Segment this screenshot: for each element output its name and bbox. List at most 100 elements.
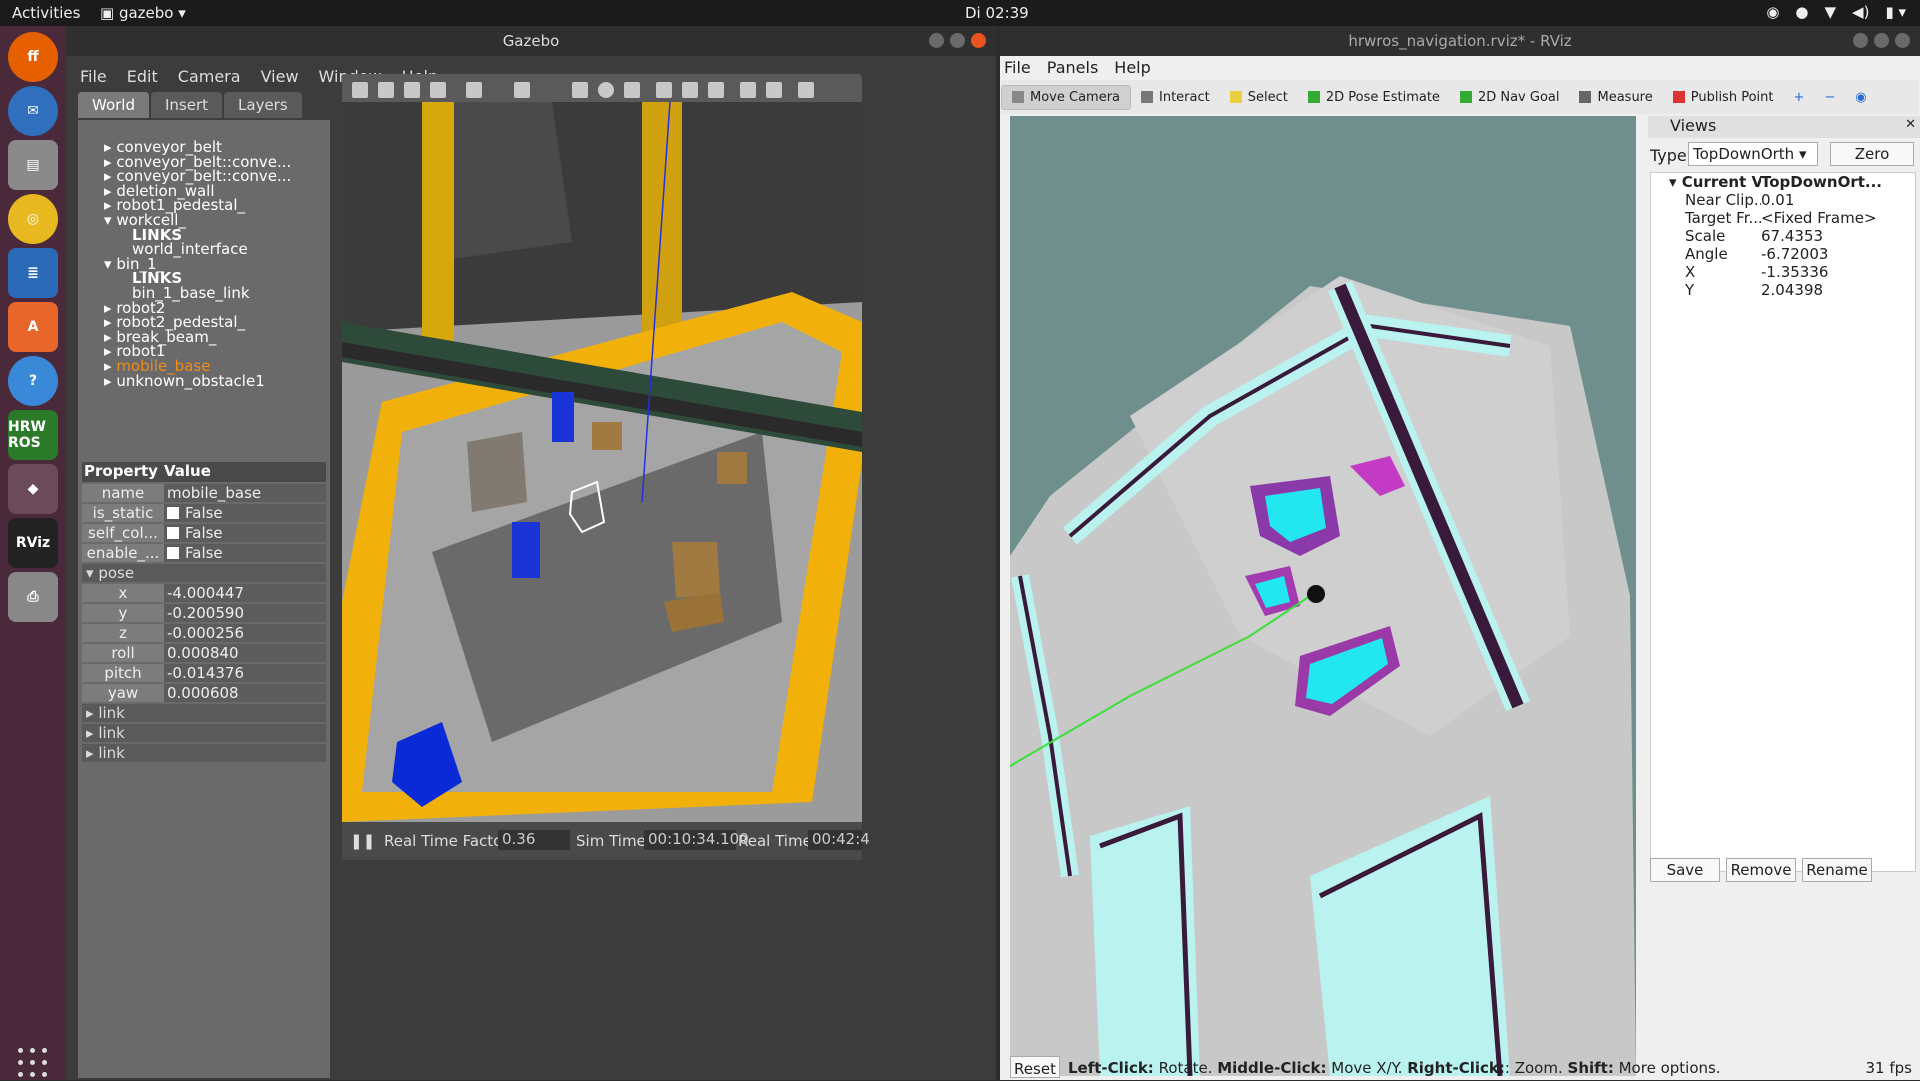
- save-button[interactable]: Save: [1650, 858, 1720, 882]
- maximize-button[interactable]: [950, 33, 965, 48]
- view-property-row[interactable]: ▾ Current Vi...TopDownOrt...: [1651, 173, 1915, 191]
- redo-icon[interactable]: [514, 82, 530, 98]
- box-shape-icon[interactable]: [572, 82, 588, 98]
- reset-button[interactable]: Reset: [1010, 1056, 1060, 1078]
- tree-item[interactable]: ▸ unknown_obstacle1: [104, 372, 265, 390]
- software-icon[interactable]: A: [8, 302, 58, 352]
- remove-button[interactable]: Remove: [1726, 858, 1796, 882]
- checkbox[interactable]: [167, 527, 179, 539]
- pose-value[interactable]: -0.200590: [164, 604, 326, 622]
- select-mode-icon[interactable]: [352, 82, 368, 98]
- rviz-menu-panels[interactable]: Panels: [1047, 58, 1099, 77]
- expand-arrow-icon[interactable]: ▸: [86, 704, 98, 722]
- system-tray[interactable]: ◉ ● ▼ ◀) ▮ ▾: [1766, 3, 1906, 21]
- view-property-row[interactable]: Angle -6.72003: [1651, 245, 1915, 263]
- align-icon[interactable]: [798, 82, 814, 98]
- gazebo-titlebar[interactable]: Gazebo: [66, 26, 996, 56]
- zoom-out-icon[interactable]: −: [1814, 86, 1845, 109]
- close-button[interactable]: [971, 33, 986, 48]
- expand-arrow-icon[interactable]: ▸: [86, 744, 98, 762]
- steam-icon[interactable]: ●: [1795, 3, 1808, 21]
- view-property-row[interactable]: Target Fr... <Fixed Frame>: [1651, 209, 1915, 227]
- wifi-icon[interactable]: ▼: [1825, 3, 1837, 21]
- scene-viewport[interactable]: [342, 102, 862, 822]
- menu-file[interactable]: File: [80, 67, 107, 86]
- spot-light-icon[interactable]: [682, 82, 698, 98]
- checkbox[interactable]: [167, 507, 179, 519]
- rename-button[interactable]: Rename: [1802, 858, 1872, 882]
- volume-icon[interactable]: ◀): [1852, 3, 1869, 21]
- link-group[interactable]: ▸ link: [82, 724, 326, 742]
- thunderbird-icon[interactable]: ✉: [8, 86, 58, 136]
- collapse-arrow-icon[interactable]: ▾: [1669, 173, 1682, 191]
- files-icon[interactable]: ▤: [8, 140, 58, 190]
- menu-camera[interactable]: Camera: [178, 67, 241, 86]
- translate-mode-icon[interactable]: [378, 82, 394, 98]
- zoom-in-icon[interactable]: +: [1783, 86, 1814, 109]
- tab-insert[interactable]: Insert: [151, 92, 223, 118]
- rotate-mode-icon[interactable]: [404, 82, 420, 98]
- point-light-icon[interactable]: [656, 82, 672, 98]
- menu-view[interactable]: View: [261, 67, 299, 86]
- view-property-row[interactable]: Scale 67.4353: [1651, 227, 1915, 245]
- pose-value[interactable]: 0.000608: [164, 684, 326, 702]
- pause-icon[interactable]: ❚❚: [350, 832, 375, 850]
- rviz-titlebar[interactable]: hrwros_navigation.rviz* - RViz: [1000, 26, 1920, 56]
- expand-arrow-icon[interactable]: ▸: [86, 724, 98, 742]
- view-properties[interactable]: ▾ Current Vi...TopDownOrt...Near Clip...…: [1650, 172, 1916, 872]
- checkbox[interactable]: [167, 547, 179, 559]
- view-property-row[interactable]: X -1.35336: [1651, 263, 1915, 281]
- minimize-button[interactable]: [929, 33, 944, 48]
- tool-publish-point[interactable]: Publish Point: [1663, 86, 1784, 109]
- camera-icon[interactable]: ◉: [1845, 86, 1876, 109]
- battery-icon[interactable]: ▮ ▾: [1885, 3, 1906, 21]
- tool-interact[interactable]: Interact: [1131, 86, 1220, 109]
- copy-icon[interactable]: [740, 82, 756, 98]
- scale-mode-icon[interactable]: [430, 82, 446, 98]
- zero-button[interactable]: Zero: [1830, 142, 1914, 166]
- tool-measure[interactable]: Measure: [1569, 86, 1662, 109]
- model-tree[interactable]: ▸ conveyor_belt ▸ conveyor_belt::conve...…: [78, 120, 330, 460]
- show-apps-icon[interactable]: [18, 1048, 48, 1078]
- menu-edit[interactable]: Edit: [127, 67, 158, 86]
- printer-icon[interactable]: ⎙: [8, 572, 58, 622]
- link-group[interactable]: ▸ link: [82, 704, 326, 722]
- rviz-icon[interactable]: RViz: [8, 518, 58, 568]
- teamviewer-icon[interactable]: ◉: [1766, 3, 1779, 21]
- rviz-menu-help[interactable]: Help: [1114, 58, 1150, 77]
- activities-button[interactable]: Activities: [12, 4, 80, 22]
- writer-icon[interactable]: ≣: [8, 248, 58, 298]
- view-property-row[interactable]: Y 2.04398: [1651, 281, 1915, 299]
- rviz-close-button[interactable]: [1895, 33, 1910, 48]
- rviz-3d-view[interactable]: [1010, 116, 1636, 1076]
- view-property-row[interactable]: Near Clip... 0.01: [1651, 191, 1915, 209]
- tool-nav-goal[interactable]: 2D Nav Goal: [1450, 86, 1570, 109]
- directional-light-icon[interactable]: [708, 82, 724, 98]
- pose-value[interactable]: -0.014376: [164, 664, 326, 682]
- tool-select[interactable]: Select: [1220, 86, 1298, 109]
- hrwros-icon[interactable]: HRW ROS: [8, 410, 58, 460]
- rviz-menu-file[interactable]: File: [1004, 58, 1031, 77]
- property-value[interactable]: False: [164, 544, 326, 562]
- rviz-minimize-button[interactable]: [1853, 33, 1868, 48]
- tree-arrow-icon[interactable]: ▾: [104, 211, 116, 229]
- app-menu[interactable]: ▣ gazebo ▾: [100, 4, 186, 22]
- property-value[interactable]: False: [164, 504, 326, 522]
- tab-world[interactable]: World: [78, 92, 149, 118]
- cylinder-shape-icon[interactable]: [624, 82, 640, 98]
- pose-value[interactable]: -0.000256: [164, 624, 326, 642]
- view-type-select[interactable]: TopDownOrth ▾: [1688, 142, 1818, 166]
- property-value[interactable]: False: [164, 524, 326, 542]
- rhythmbox-icon[interactable]: ◎: [8, 194, 58, 244]
- tab-layers[interactable]: Layers: [224, 92, 302, 118]
- help-icon[interactable]: ?: [8, 356, 58, 406]
- close-icon[interactable]: ✕: [1905, 117, 1916, 132]
- pose-value[interactable]: 0.000840: [164, 644, 326, 662]
- firefox-icon[interactable]: ff: [8, 32, 58, 82]
- paste-icon[interactable]: [766, 82, 782, 98]
- clock[interactable]: Di 02:39: [965, 4, 1029, 22]
- undo-icon[interactable]: [466, 82, 482, 98]
- pose-group[interactable]: ▾ pose: [82, 564, 326, 582]
- rviz-maximize-button[interactable]: [1874, 33, 1889, 48]
- link-group[interactable]: ▸ link: [82, 744, 326, 762]
